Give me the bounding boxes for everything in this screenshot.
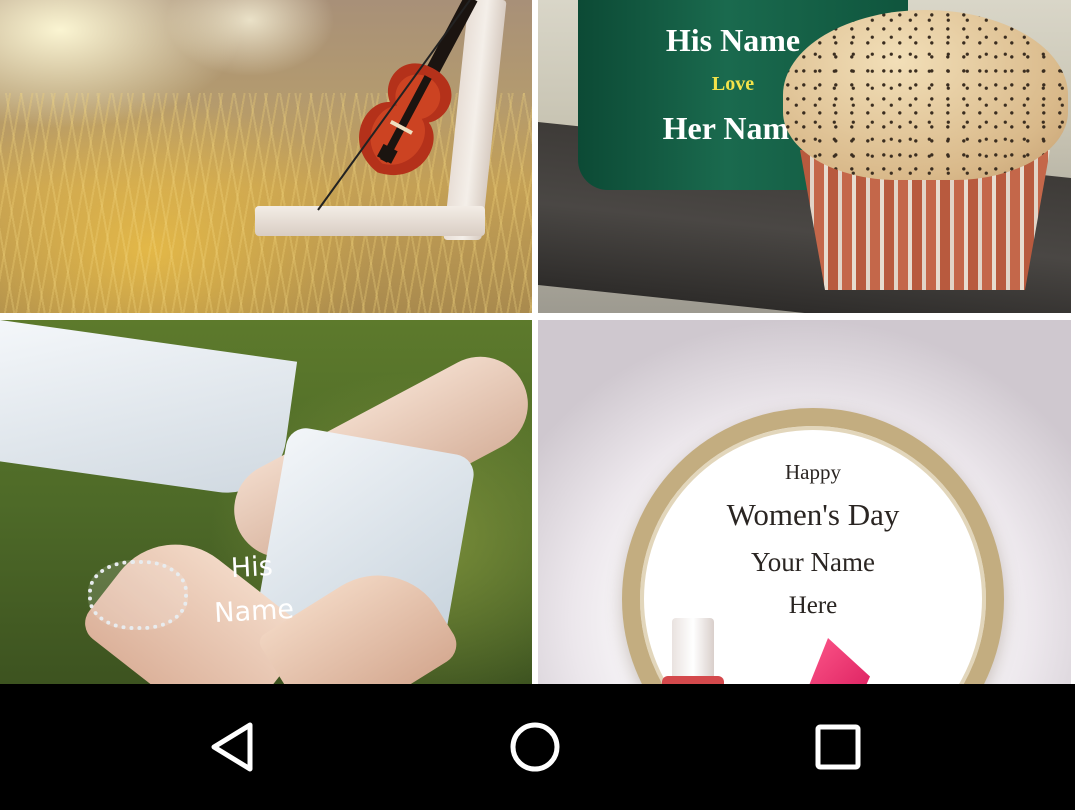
nail-polish-bottle	[662, 676, 724, 684]
his-text: His	[230, 550, 274, 585]
back-triangle-icon	[211, 722, 253, 772]
name-text: Name	[213, 593, 295, 630]
womens-day-text: Happy Women's Day Your Name Here	[622, 454, 1004, 628]
hands-text: His Name	[196, 543, 310, 637]
template-gallery: His Name Love Her Name His Name Happy Wo…	[0, 0, 1075, 684]
womens-day-title: Women's Day	[726, 497, 900, 532]
recents-square-icon	[815, 724, 861, 770]
recents-button[interactable]	[778, 684, 898, 810]
template-tile-violin[interactable]	[0, 0, 532, 313]
template-tile-womens-day[interactable]: Happy Women's Day Your Name Here	[538, 320, 1071, 684]
home-circle-icon	[510, 722, 560, 772]
system-navigation-bar	[0, 684, 1075, 810]
your-name-text: Your Name	[750, 547, 875, 577]
nail-polish-cap	[672, 618, 714, 684]
muffin-top	[783, 10, 1068, 180]
back-button[interactable]	[172, 684, 292, 810]
happy-text: Happy	[785, 460, 841, 484]
violin-image	[317, 0, 478, 211]
bracelet	[88, 560, 188, 630]
template-tile-mug[interactable]: His Name Love Her Name	[538, 0, 1071, 313]
home-button[interactable]	[475, 684, 595, 810]
template-tile-hands[interactable]: His Name	[0, 320, 532, 684]
